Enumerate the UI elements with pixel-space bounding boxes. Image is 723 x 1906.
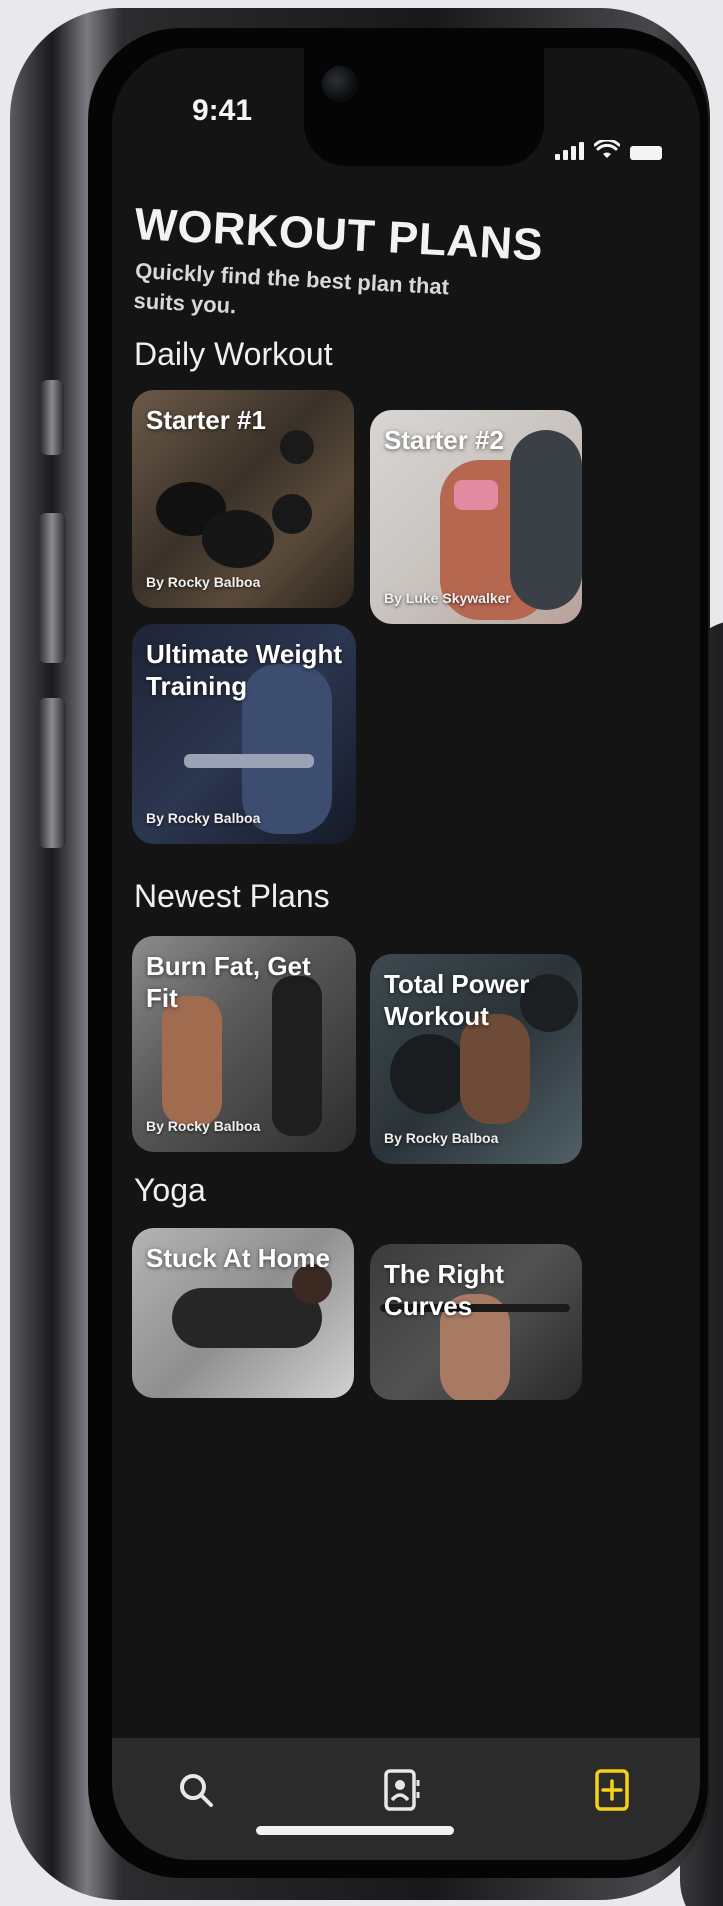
notch — [304, 48, 544, 166]
status-icons — [555, 140, 662, 160]
plans-icon — [595, 1769, 629, 1811]
card-author: By Rocky Balboa — [146, 1118, 261, 1134]
volume-down-button — [38, 698, 66, 848]
plan-card-total-power-workout[interactable]: Total Power Workout By Rocky Balboa — [370, 954, 582, 1164]
signal-icon — [555, 142, 584, 160]
section-title-daily-workout: Daily Workout — [134, 336, 333, 372]
tab-contacts[interactable] — [374, 1762, 430, 1818]
tab-bar — [112, 1738, 700, 1860]
contacts-book-icon — [384, 1769, 420, 1811]
camera-icon — [322, 66, 358, 102]
barbell-plate-image — [390, 1034, 470, 1114]
card-title: Starter #2 — [384, 425, 504, 455]
tab-search[interactable] — [168, 1762, 224, 1818]
card-author: By Rocky Balboa — [146, 574, 261, 590]
card-author: By Luke Skywalker — [384, 590, 511, 606]
section-title-newest-plans: Newest Plans — [134, 878, 330, 914]
card-title: Starter #1 — [146, 405, 266, 435]
volume-up-button — [38, 513, 66, 663]
plan-card-ultimate-weight-training[interactable]: Ultimate Weight Training By Rocky Balboa — [132, 624, 356, 844]
tab-plans[interactable] — [584, 1762, 640, 1818]
card-title: Total Power Workout — [384, 969, 530, 1031]
device-mockup: 9:41 WORKOUT PLANS Quickly find the best… — [0, 0, 723, 1906]
plan-card-starter-1[interactable]: Starter #1 By Rocky Balboa — [132, 390, 354, 608]
mute-switch — [40, 380, 64, 455]
section-title-yoga: Yoga — [134, 1172, 206, 1208]
card-author: By Rocky Balboa — [384, 1130, 499, 1146]
plan-card-burn-fat-get-fit[interactable]: Burn Fat, Get Fit By Rocky Balboa — [132, 936, 356, 1152]
wifi-icon — [594, 140, 620, 158]
card-author: By Rocky Balboa — [146, 810, 261, 826]
plan-card-the-right-curves[interactable]: The Right Curves — [370, 1244, 582, 1400]
card-title: Stuck At Home — [146, 1243, 330, 1273]
card-title: Burn Fat, Get Fit — [146, 951, 311, 1013]
home-indicator[interactable] — [256, 1826, 454, 1835]
search-icon — [180, 1774, 213, 1807]
athlete-image — [162, 996, 222, 1126]
battery-icon — [630, 146, 662, 160]
card-title: Ultimate Weight Training — [146, 639, 342, 701]
plan-card-starter-2[interactable]: Starter #2 By Luke Skywalker — [370, 410, 582, 624]
phone-screen: 9:41 WORKOUT PLANS Quickly find the best… — [112, 48, 700, 1860]
page-subtitle: Quickly find the best plan that suits yo… — [133, 257, 450, 319]
status-time: 9:41 — [192, 94, 253, 127]
plan-card-stuck-at-home[interactable]: Stuck At Home — [132, 1228, 354, 1398]
card-title: The Right Curves — [384, 1259, 504, 1321]
